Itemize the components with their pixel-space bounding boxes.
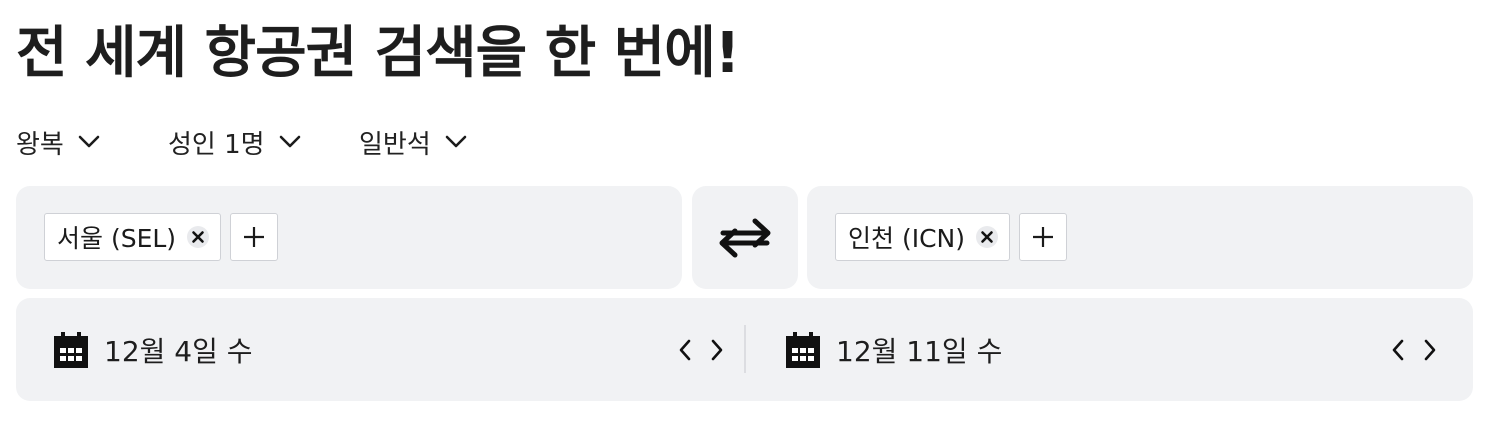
return-date-field[interactable]: 12월 11일 수 — [786, 298, 1441, 401]
destination-chip: 인천 (ICN) — [835, 213, 1010, 261]
chevron-right-icon[interactable] — [706, 339, 728, 361]
plus-icon — [1032, 226, 1054, 248]
origin-chip: 서울 (SEL) — [44, 213, 222, 261]
search-options: 왕복 성인 1명 일반석 — [16, 122, 467, 162]
return-date[interactable]: 12월 11일 수 — [836, 330, 1002, 370]
chevron-down-icon — [445, 135, 467, 149]
depart-date-field[interactable]: 12월 4일 수 — [54, 298, 728, 401]
swap-route-button[interactable] — [692, 186, 798, 289]
destination-field[interactable]: 인천 (ICN) — [807, 186, 1473, 289]
origin-field[interactable]: 서울 (SEL) — [16, 186, 682, 289]
calendar-icon — [786, 331, 820, 368]
date-picker-bar: 12월 4일 수 12월 11일 수 — [16, 298, 1473, 401]
cabin-class-dropdown[interactable]: 일반석 — [359, 124, 467, 161]
trip-type-dropdown[interactable]: 왕복 — [16, 124, 168, 161]
date-divider — [744, 325, 746, 373]
add-destination-button[interactable] — [1018, 213, 1067, 261]
chevron-left-icon[interactable] — [674, 339, 696, 361]
chevron-left-icon[interactable] — [1387, 339, 1409, 361]
chevron-right-icon[interactable] — [1419, 339, 1441, 361]
cabin-class-label: 일반석 — [359, 129, 431, 160]
chevron-down-icon — [78, 135, 100, 149]
add-origin-button[interactable] — [230, 213, 279, 261]
calendar-icon — [54, 331, 88, 368]
depart-date[interactable]: 12월 4일 수 — [104, 330, 253, 370]
close-icon[interactable] — [186, 225, 210, 249]
swap-arrows-icon — [717, 216, 773, 260]
page-title: 전 세계 항공권 검색을 한 번에! — [16, 21, 740, 86]
plus-icon — [243, 226, 265, 248]
trip-type-label: 왕복 — [16, 129, 64, 160]
passengers-label: 성인 1명 — [168, 129, 265, 160]
close-icon[interactable] — [975, 225, 999, 249]
origin-chip-label: 서울 (SEL) — [57, 224, 177, 253]
chevron-down-icon — [279, 135, 301, 149]
passengers-dropdown[interactable]: 성인 1명 — [168, 124, 359, 161]
destination-chip-label: 인천 (ICN) — [848, 224, 965, 253]
